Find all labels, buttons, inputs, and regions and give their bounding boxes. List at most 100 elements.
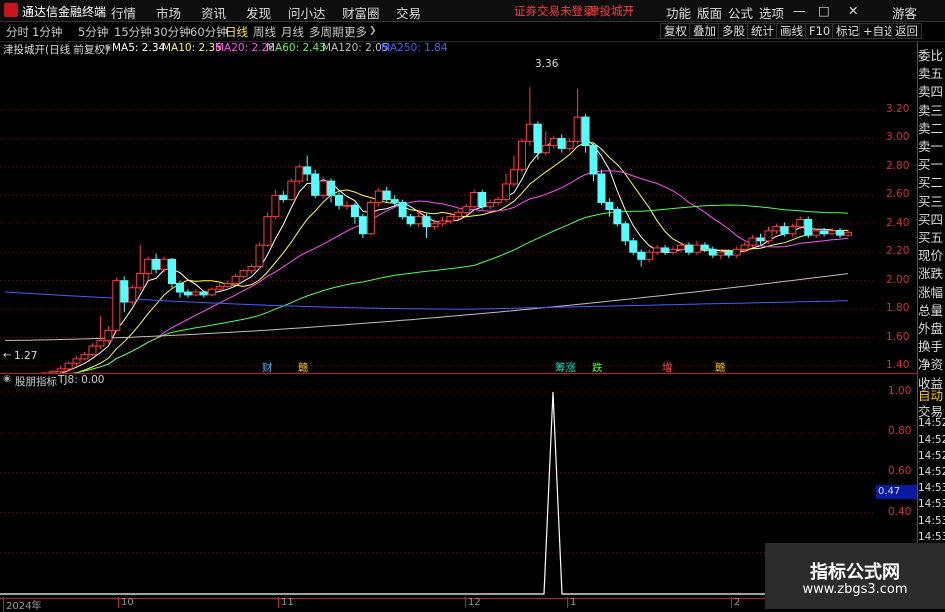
candle[interactable]	[112, 280, 121, 331]
period-tab-multi[interactable]: 多周期	[309, 24, 344, 40]
candle[interactable]	[844, 231, 852, 236]
candle[interactable]	[836, 230, 845, 236]
candle[interactable]	[716, 251, 725, 256]
candle[interactable]	[64, 362, 73, 370]
candle[interactable]	[207, 288, 216, 296]
minimize-icon[interactable]: —	[793, 3, 806, 18]
period-tab-more[interactable]: 更多	[344, 24, 367, 40]
candle[interactable]	[311, 173, 320, 196]
candle[interactable]	[390, 199, 399, 203]
candle[interactable]	[645, 251, 654, 260]
candle[interactable]	[494, 199, 503, 203]
candle[interactable]	[120, 280, 129, 303]
menu-market[interactable]: 市场	[156, 3, 181, 22]
candle[interactable]	[661, 247, 670, 253]
candle[interactable]	[271, 194, 280, 218]
candle[interactable]	[303, 166, 312, 175]
candle[interactable]	[398, 201, 407, 218]
candle[interactable]	[72, 358, 81, 364]
legend-toggle-icon[interactable]: ◉	[104, 43, 112, 53]
candlestick-chart[interactable]	[0, 55, 918, 373]
candle[interactable]	[502, 183, 511, 201]
back-button[interactable]: 返回	[891, 23, 922, 39]
candle[interactable]	[517, 140, 526, 171]
candle[interactable]	[533, 123, 542, 154]
candle[interactable]	[191, 291, 200, 296]
candle[interactable]	[342, 204, 351, 207]
candle[interactable]	[780, 226, 789, 235]
candle[interactable]	[56, 368, 65, 373]
candle[interactable]	[684, 244, 693, 253]
candle[interactable]	[279, 194, 288, 201]
candle[interactable]	[446, 216, 455, 222]
candle[interactable]	[319, 180, 328, 196]
period-tab-5min[interactable]: 5分钟	[78, 24, 108, 40]
candle[interactable]	[764, 230, 773, 242]
candle[interactable]	[724, 251, 733, 256]
candle[interactable]	[358, 216, 367, 235]
period-tab-timeshare[interactable]: 分时	[6, 24, 29, 40]
candle[interactable]	[509, 169, 518, 185]
period-tab-30min[interactable]: 30分钟	[153, 24, 191, 40]
candle[interactable]	[470, 191, 479, 208]
candle[interactable]	[287, 180, 296, 201]
candle[interactable]	[335, 194, 344, 206]
period-tab-daily[interactable]: 日线	[225, 24, 248, 40]
f10-button[interactable]: F10	[805, 23, 835, 39]
candle[interactable]	[772, 226, 781, 232]
close-icon[interactable]: ✕	[848, 3, 858, 18]
candle[interactable]	[676, 244, 685, 250]
candle[interactable]	[144, 258, 153, 275]
candle[interactable]	[96, 339, 105, 347]
period-tab-15min[interactable]: 15分钟	[114, 24, 152, 40]
candle[interactable]	[231, 275, 240, 285]
menu-function[interactable]: 功能	[666, 3, 691, 22]
candle[interactable]	[128, 287, 137, 303]
candle[interactable]	[247, 265, 256, 272]
overlay-button[interactable]: 叠加	[689, 23, 720, 39]
candle[interactable]	[637, 251, 646, 260]
candle[interactable]	[589, 145, 598, 175]
candle[interactable]	[541, 145, 550, 154]
period-tab-monthly[interactable]: 月线	[281, 24, 304, 40]
candle[interactable]	[462, 206, 471, 213]
candle[interactable]	[374, 190, 383, 203]
candle[interactable]	[223, 283, 232, 287]
candle[interactable]	[557, 137, 566, 149]
candle[interactable]	[295, 166, 304, 182]
candle[interactable]	[239, 270, 248, 277]
candle[interactable]	[486, 201, 495, 208]
candle[interactable]	[692, 244, 701, 253]
candle[interactable]	[605, 201, 614, 211]
candle[interactable]	[613, 209, 622, 225]
candle[interactable]	[382, 190, 391, 201]
menu-wealth[interactable]: 财富圈	[342, 3, 380, 22]
candle[interactable]	[653, 247, 662, 253]
candle[interactable]	[199, 291, 208, 296]
period-tab-weekly[interactable]: 周线	[253, 24, 276, 40]
candle[interactable]	[549, 137, 558, 147]
candle[interactable]	[804, 219, 813, 236]
candle[interactable]	[136, 273, 145, 289]
candle[interactable]	[366, 201, 375, 235]
menu-discover[interactable]: 发现	[246, 3, 271, 22]
candle[interactable]	[152, 258, 161, 270]
candle[interactable]	[700, 244, 709, 250]
menu-formula[interactable]: 公式	[728, 3, 753, 22]
menu-trade[interactable]: 交易	[396, 3, 421, 22]
candle[interactable]	[215, 285, 224, 290]
period-tab-60min[interactable]: 60分钟	[190, 24, 228, 40]
menu-layout[interactable]: 版面	[697, 3, 722, 22]
candle[interactable]	[263, 216, 272, 246]
candle[interactable]	[812, 230, 821, 236]
candle[interactable]	[430, 223, 439, 228]
candle[interactable]	[104, 329, 113, 341]
candle[interactable]	[597, 173, 606, 203]
candle[interactable]	[438, 220, 447, 225]
menu-market-quotes[interactable]: 行情	[111, 3, 136, 22]
more-chevron-icon[interactable]: ❯	[369, 26, 377, 36]
maximize-icon[interactable]: □	[818, 3, 830, 18]
candle[interactable]	[629, 240, 638, 253]
candle[interactable]	[478, 191, 487, 208]
candle[interactable]	[565, 140, 574, 149]
